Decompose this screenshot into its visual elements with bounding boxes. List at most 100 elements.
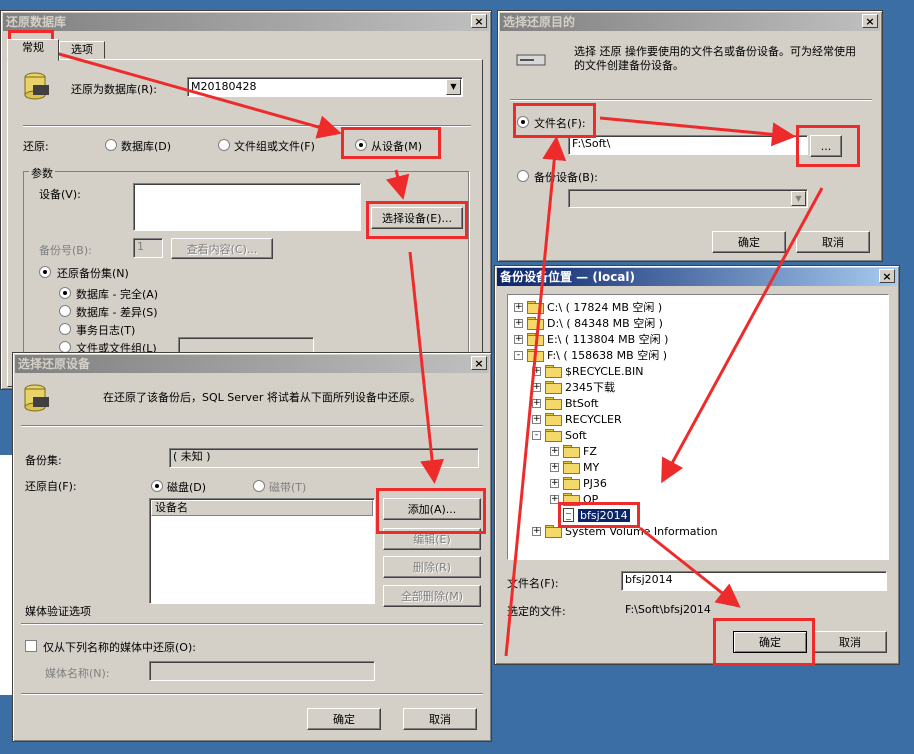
database-icon — [24, 384, 49, 412]
radio-database-label[interactable]: 数据库(D) — [121, 138, 171, 154]
tree-node[interactable]: - Soft — [532, 427, 587, 443]
opt-diff-label[interactable]: 数据库 - 差异(S) — [76, 304, 158, 320]
device-name-column-header[interactable]: 设备名 — [151, 500, 373, 516]
expand-icon[interactable]: + — [550, 462, 559, 472]
radio-diff[interactable] — [59, 305, 71, 317]
separator — [21, 693, 483, 695]
highlight-bfsj2014 — [558, 502, 640, 528]
tree-node[interactable]: +2345下载 — [532, 379, 615, 395]
device-list[interactable] — [133, 183, 361, 231]
tree-node[interactable]: + E:\ ( 113804 MB 空闲 ) — [514, 331, 668, 347]
tree-node[interactable]: - F:\ ( 158638 MB 空闲 ) — [514, 347, 667, 363]
tree-node[interactable]: + FZ — [550, 443, 597, 459]
only-media-checkbox[interactable] — [25, 640, 37, 652]
tab-options[interactable]: 选项 — [59, 41, 105, 59]
tree-node[interactable]: + $RECYCLE.BIN — [532, 363, 643, 379]
window-title: 选择还原设备 — [18, 357, 91, 371]
folder-icon — [563, 445, 580, 458]
tree-node-label: F:\ ( 158638 MB 空闲 ) — [547, 349, 667, 362]
filename-value: bfsj2014 — [625, 573, 673, 586]
window-title: 备份设备位置 — (local) — [500, 270, 636, 284]
tree-node[interactable]: + MY — [550, 459, 599, 475]
highlight-select-device — [366, 201, 468, 239]
restore-label: 还原: — [23, 140, 49, 153]
close-button[interactable]: × — [471, 14, 487, 28]
cancel-button[interactable]: 取消 — [813, 631, 887, 653]
tab-general[interactable]: 常规 — [7, 39, 59, 61]
media-name-label: 媒体名称(N): — [45, 667, 110, 680]
ok-button[interactable]: 确定 — [307, 708, 381, 730]
radio-disk[interactable] — [151, 480, 163, 492]
radio-backup-device[interactable] — [517, 170, 529, 182]
expand-icon[interactable]: + — [532, 414, 541, 424]
folder-icon — [545, 413, 562, 426]
folder-icon — [545, 397, 562, 410]
tree-node[interactable]: + PJ36 — [550, 475, 607, 491]
restore-as-select[interactable]: M20180428 ▼ — [187, 77, 463, 97]
cancel-button[interactable]: 取消 — [403, 708, 477, 730]
device-listview[interactable]: 设备名 — [149, 498, 375, 604]
filename-label: 文件名(F): — [507, 577, 559, 590]
radio-database[interactable] — [105, 139, 117, 151]
highlight-browse-button — [796, 125, 860, 167]
close-button[interactable]: × — [471, 356, 487, 370]
expand-icon[interactable]: + — [514, 302, 523, 312]
expand-icon[interactable]: + — [532, 366, 541, 376]
expand-icon[interactable]: + — [550, 446, 559, 456]
highlight-filename-radio — [513, 103, 596, 138]
tree-node-label: Soft — [565, 428, 587, 442]
tree-node[interactable]: + D:\ ( 84348 MB 空闲 ) — [514, 315, 663, 331]
expand-icon[interactable]: + — [532, 382, 541, 392]
backup-no-value: 1 — [137, 240, 144, 253]
tree-node[interactable]: + BtSoft — [532, 395, 599, 411]
opt-log-label[interactable]: 事务日志(T) — [76, 322, 135, 338]
radio-restore-backupset[interactable] — [39, 266, 51, 278]
radio-disk-label[interactable]: 磁盘(D) — [167, 479, 206, 495]
drive-folder-icon — [527, 349, 544, 362]
filename-value: F:\Soft\ — [572, 137, 611, 150]
restore-as-value: M20180428 — [191, 80, 257, 93]
expand-icon[interactable]: + — [514, 318, 523, 328]
view-contents-button: 查看内容(C)... — [171, 238, 273, 259]
expand-icon[interactable]: + — [550, 478, 559, 488]
chevron-down-icon: ▼ — [791, 191, 806, 206]
background-strip — [0, 455, 12, 695]
tree-node[interactable]: + C:\ ( 17824 MB 空闲 ) — [514, 299, 662, 315]
expand-icon[interactable]: + — [532, 526, 541, 536]
tape-drive-icon — [516, 54, 546, 66]
radio-filegroup-label[interactable]: 文件组或文件(F) — [234, 138, 315, 154]
backupset-label: 备份集: — [25, 454, 62, 467]
radio-filegroup[interactable] — [218, 139, 230, 151]
radio-tape — [253, 480, 265, 492]
close-button[interactable]: × — [879, 269, 895, 283]
drive-folder-icon — [527, 317, 544, 330]
filename-input[interactable]: F:\Soft\ — [568, 135, 808, 155]
restore-backupset-label[interactable]: 还原备份集(N) — [57, 265, 129, 281]
radio-full[interactable] — [59, 287, 71, 299]
filename-input[interactable]: bfsj2014 — [621, 571, 887, 591]
chevron-down-icon[interactable]: ▼ — [446, 79, 461, 95]
expand-icon[interactable]: + — [532, 398, 541, 408]
select-device-titlebar: 选择还原设备 — [15, 355, 489, 373]
separator — [510, 99, 872, 101]
radio-tape-label: 磁带(T) — [269, 481, 307, 494]
restore-from-label: 还原自(F): — [25, 480, 77, 493]
cancel-button[interactable]: 取消 — [796, 231, 870, 253]
backup-location-titlebar: 备份设备位置 — (local) — [497, 268, 897, 286]
radio-backup-device-label[interactable]: 备份设备(B): — [534, 169, 598, 185]
close-button[interactable]: × — [862, 14, 878, 28]
database-icon — [24, 72, 49, 100]
collapse-icon[interactable]: - — [514, 350, 523, 360]
radio-log[interactable] — [59, 323, 71, 335]
opt-full-label[interactable]: 数据库 - 完全(A) — [76, 286, 158, 302]
folder-icon — [545, 429, 562, 442]
expand-icon[interactable]: + — [514, 334, 523, 344]
collapse-icon[interactable]: - — [532, 430, 541, 440]
selected-file-label: 选定的文件: — [507, 605, 566, 618]
delete-all-button: 全部删除(M) — [383, 585, 481, 607]
only-media-label[interactable]: 仅从下列名称的媒体中还原(O): — [43, 639, 196, 655]
select-dest-titlebar: 选择还原目的 — [500, 13, 880, 31]
tree-node[interactable]: + RECYCLER — [532, 411, 622, 427]
params-label: 参数 — [29, 165, 55, 181]
ok-button[interactable]: 确定 — [712, 231, 786, 253]
